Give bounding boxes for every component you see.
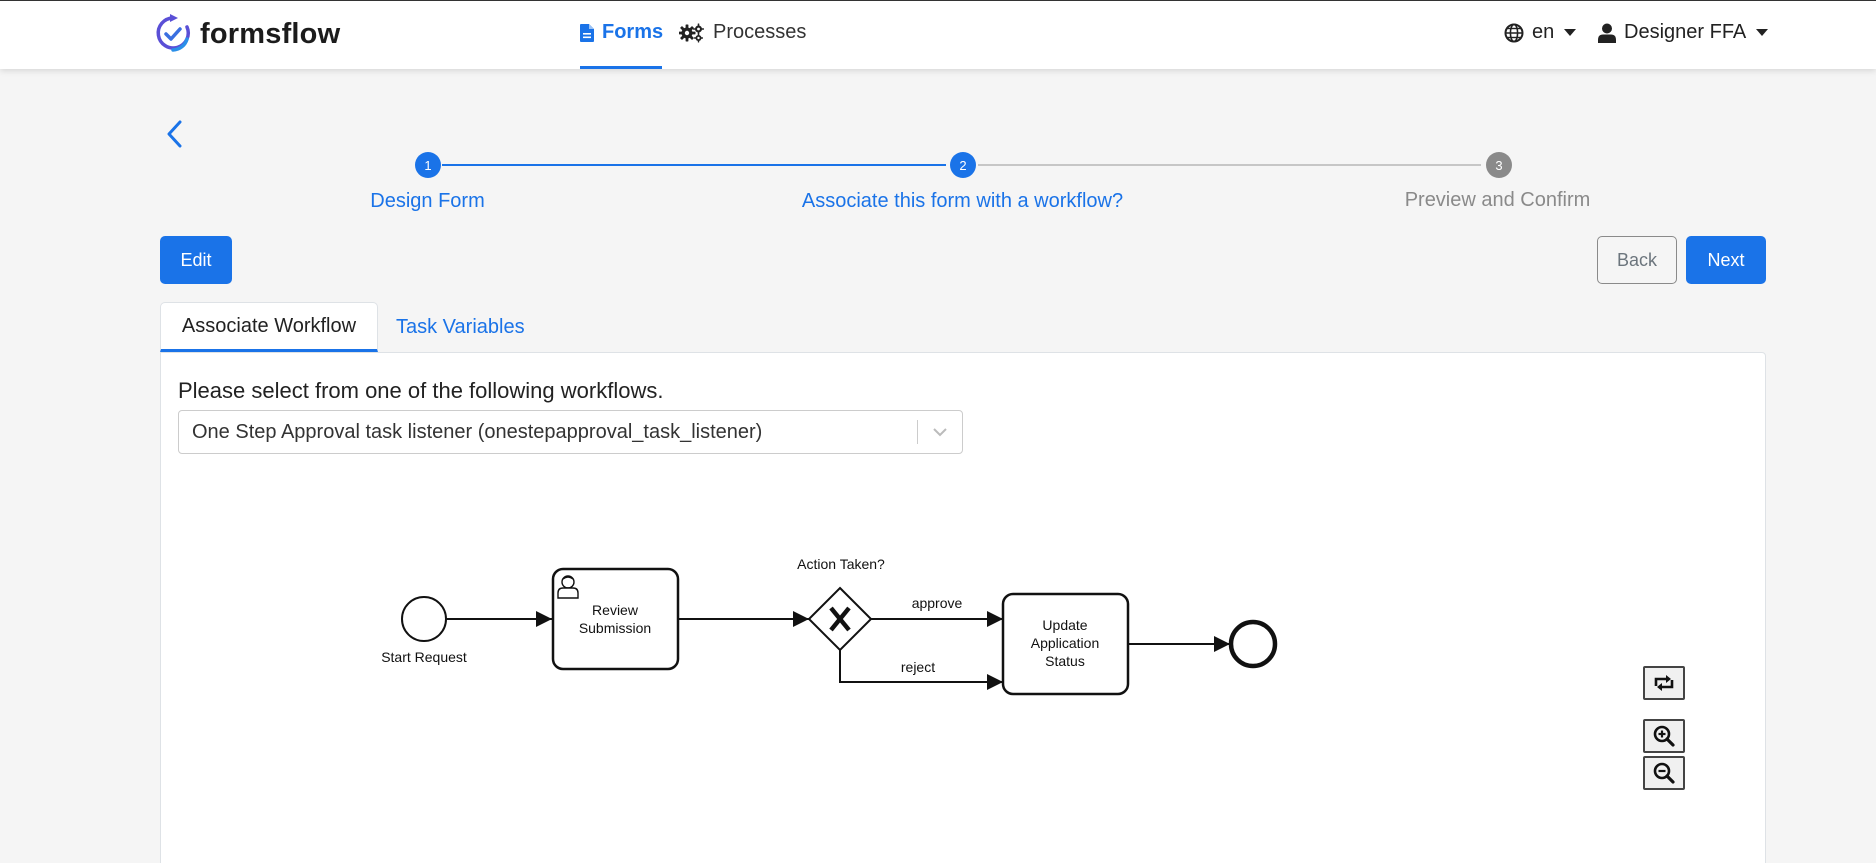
zoom-out-icon — [1653, 762, 1675, 784]
step-1-label[interactable]: Design Form — [340, 190, 515, 213]
step-2-circle[interactable]: 2 — [950, 152, 976, 178]
user-icon — [1598, 23, 1616, 43]
stepper-connector-pending — [978, 164, 1481, 166]
step-3-label[interactable]: Preview and Confirm — [1395, 189, 1600, 212]
language-dropdown[interactable]: en — [1504, 21, 1577, 44]
active-nav-indicator — [580, 66, 662, 69]
reset-view-icon — [1654, 675, 1674, 691]
nav-forms-label: Forms — [602, 21, 664, 43]
chevron-down-icon — [1564, 29, 1577, 36]
task-update-application-status[interactable] — [1001, 592, 1130, 696]
chevron-down-icon — [918, 427, 962, 437]
workflow-select-value: One Step Approval task listener (onestep… — [192, 420, 763, 443]
nav-processes[interactable]: Processes — [679, 21, 806, 44]
nav-processes-label: Processes — [713, 21, 807, 43]
tab-task-variables[interactable]: Task Variables — [396, 302, 525, 352]
next-button[interactable]: Next — [1686, 236, 1766, 284]
workflow-select-prompt: Please select from one of the following … — [178, 378, 664, 403]
brand[interactable]: formsflow — [154, 13, 340, 55]
reset-view-button[interactable] — [1643, 666, 1685, 700]
user-name: Designer FFA — [1624, 21, 1747, 43]
end-event[interactable] — [1228, 619, 1278, 669]
language-label: en — [1532, 21, 1555, 43]
edit-button[interactable]: Edit — [160, 236, 232, 284]
zoom-in-button[interactable] — [1643, 719, 1685, 753]
start-event[interactable] — [401, 596, 447, 642]
back-button[interactable]: Back — [1597, 236, 1677, 284]
zoom-in-icon — [1653, 725, 1675, 747]
formsflow-logo-icon — [156, 14, 190, 52]
task-review-submission[interactable] — [551, 567, 680, 671]
step-3-circle[interactable]: 3 — [1486, 152, 1512, 178]
globe-icon — [1504, 23, 1524, 42]
chevron-down-icon — [1756, 29, 1769, 36]
nav-forms[interactable]: Forms — [580, 21, 663, 44]
back-arrow-icon[interactable] — [162, 118, 188, 150]
workflow-select[interactable]: One Step Approval task listener (onestep… — [178, 410, 963, 454]
user-dropdown[interactable]: Designer FFA — [1598, 21, 1769, 44]
zoom-out-button[interactable] — [1643, 756, 1685, 790]
tab-associate-workflow[interactable]: Associate Workflow — [160, 302, 378, 352]
step-1-circle[interactable]: 1 — [415, 152, 441, 178]
step-2-label[interactable]: Associate this form with a workflow? — [785, 190, 1140, 213]
cogs-icon — [679, 23, 704, 42]
top-navbar: formsflow Forms Processes en Designer FF… — [0, 0, 1876, 69]
brand-name: formsflow — [200, 17, 341, 50]
stepper-connector-completed — [442, 164, 946, 166]
document-icon — [580, 23, 594, 42]
